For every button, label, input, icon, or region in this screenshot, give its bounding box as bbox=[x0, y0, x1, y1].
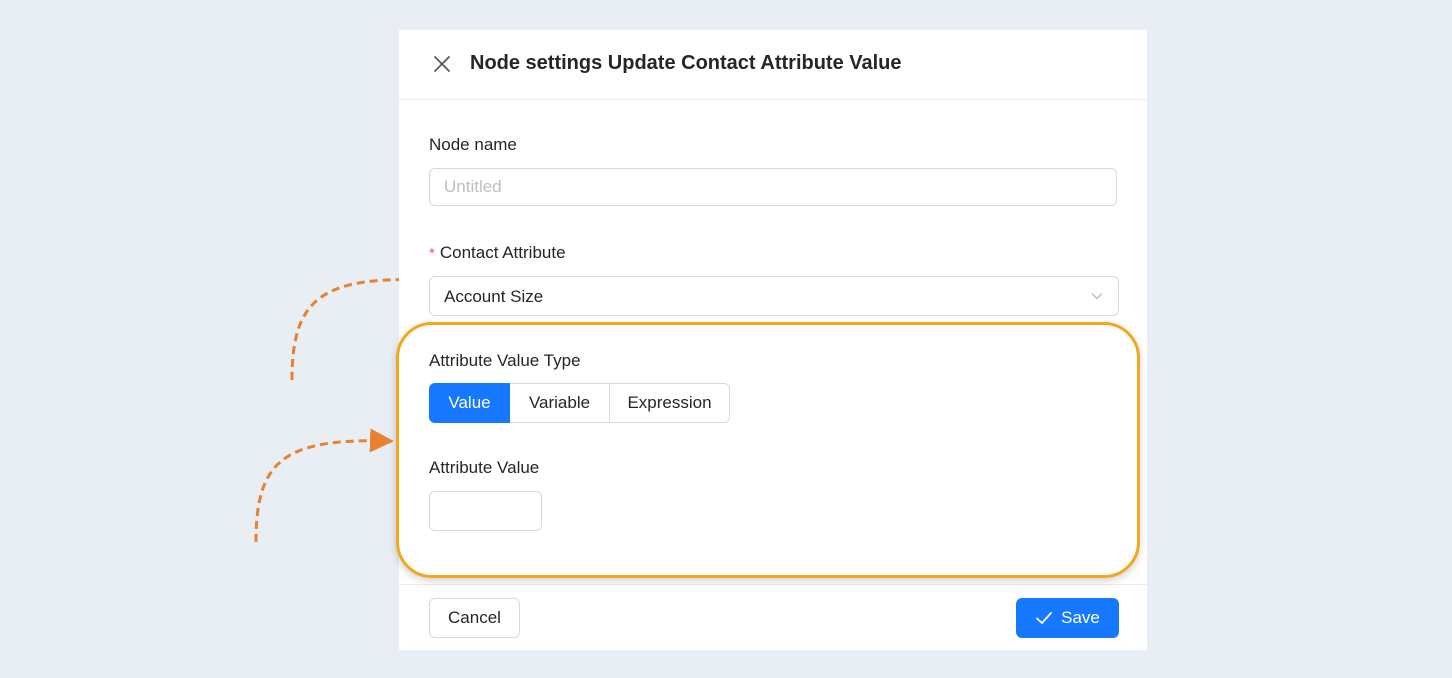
required-mark: * bbox=[429, 245, 435, 262]
attribute-value-type-selector: Value Variable Expression bbox=[429, 383, 730, 423]
value-type-option-expression[interactable]: Expression bbox=[610, 383, 730, 423]
contact-attribute-selected-value: Account Size bbox=[444, 287, 544, 306]
attribute-value-input[interactable] bbox=[429, 491, 542, 531]
save-button-label: Save bbox=[1061, 608, 1100, 627]
footer-divider bbox=[399, 584, 1147, 585]
save-button[interactable]: Save bbox=[1016, 598, 1119, 638]
node-name-input[interactable] bbox=[429, 168, 1117, 206]
cancel-button[interactable]: Cancel bbox=[429, 598, 520, 638]
close-icon[interactable] bbox=[431, 53, 453, 75]
annotation-arrow-attribute-value bbox=[254, 428, 394, 543]
panel-title: Node settings Update Contact Attribute V… bbox=[470, 52, 902, 74]
chevron-down-icon bbox=[1091, 292, 1103, 300]
check-icon bbox=[1036, 612, 1053, 624]
contact-attribute-select[interactable]: Account Size bbox=[429, 276, 1119, 316]
contact-attribute-label-text: Contact Attribute bbox=[439, 243, 566, 262]
panel-header: Node settings Update Contact Attribute V… bbox=[399, 30, 1147, 100]
value-type-option-value[interactable]: Value bbox=[429, 383, 510, 423]
value-type-option-variable[interactable]: Variable bbox=[510, 383, 610, 423]
node-settings-panel: Node settings Update Contact Attribute V… bbox=[399, 30, 1147, 650]
contact-attribute-label: * Contact Attribute bbox=[429, 243, 566, 263]
node-name-label: Node name bbox=[429, 135, 517, 154]
attribute-value-label: Attribute Value bbox=[429, 458, 540, 477]
attribute-value-type-label: Attribute Value Type bbox=[429, 351, 581, 370]
